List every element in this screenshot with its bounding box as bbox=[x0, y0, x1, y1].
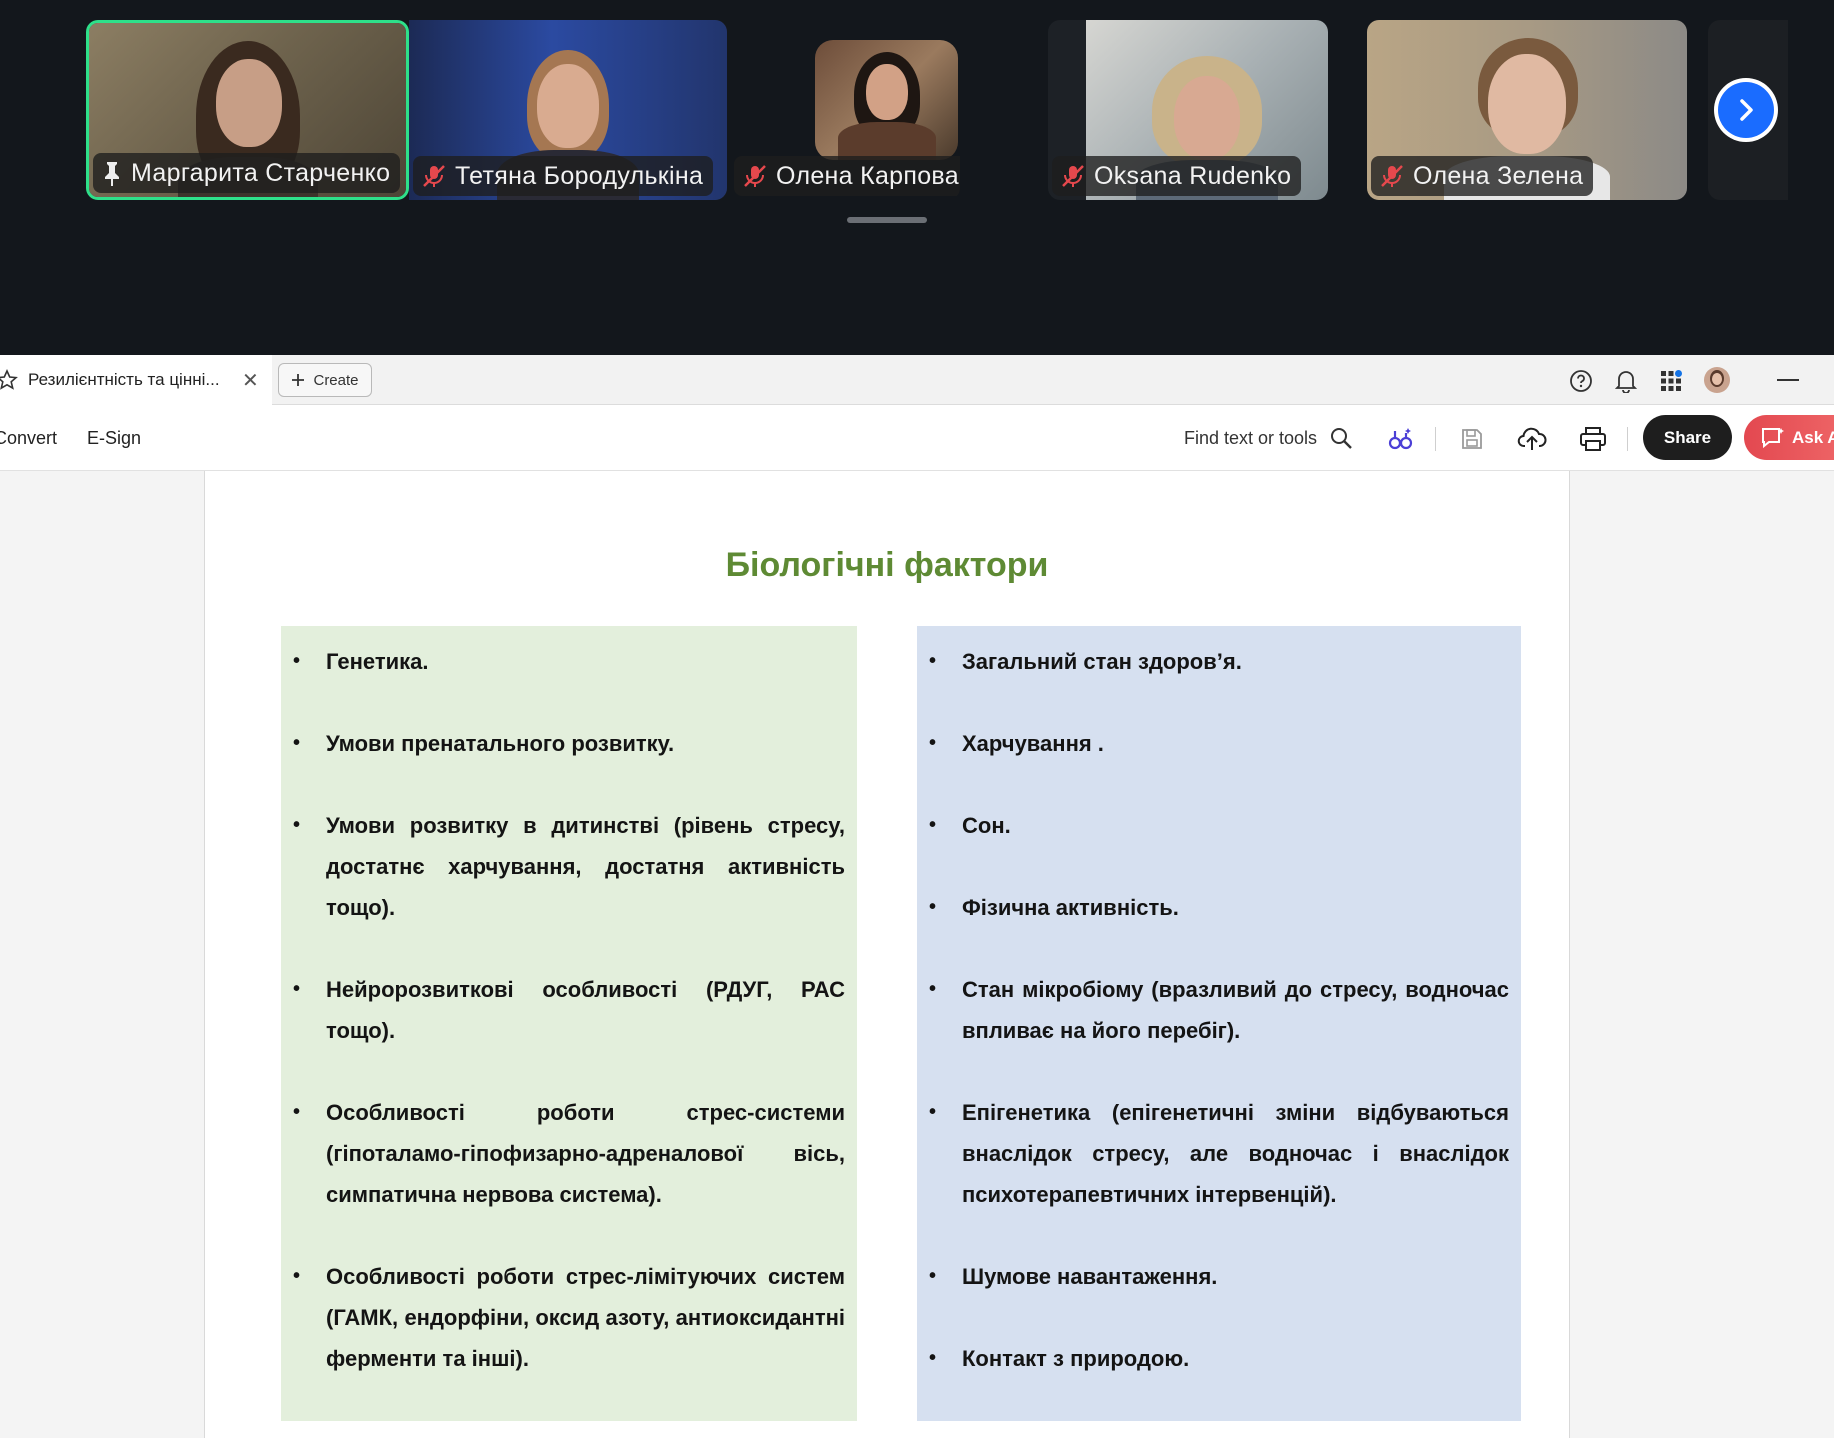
document-page: Біологічні фактори • Генетика. • Умови пре… bbox=[204, 471, 1570, 1438]
list-item: • Контакт з природою. bbox=[917, 1338, 1521, 1379]
plus-icon bbox=[292, 374, 305, 386]
pin-icon bbox=[105, 162, 119, 186]
video-strip: Маргарита Старченко Тетяна Бородулькіна … bbox=[0, 0, 1834, 355]
list-item: • Загальний стан здоров’я. bbox=[917, 641, 1521, 682]
participant-name-chip: Олена Карпова bbox=[734, 156, 960, 196]
list-item: • Фізична активність. bbox=[917, 887, 1521, 928]
bullet: • bbox=[293, 978, 301, 1000]
participant-tile[interactable]: Олена Карпова bbox=[730, 20, 960, 200]
participant-name-chip: Oksana Rudenko bbox=[1052, 156, 1302, 196]
ai-tools-icon[interactable] bbox=[1385, 424, 1415, 454]
participant-name: Тетяна Бородулькіна bbox=[455, 161, 704, 190]
mic-off-icon bbox=[1381, 165, 1403, 187]
minimize-icon[interactable] bbox=[1777, 379, 1799, 381]
ask-ai-button[interactable]: Ask AI bbox=[1744, 415, 1834, 460]
ai-assistant-icon bbox=[1762, 427, 1784, 448]
find-tools-search[interactable]: Find text or tools bbox=[1184, 426, 1353, 450]
mic-off-icon bbox=[423, 165, 445, 187]
avatar[interactable] bbox=[1704, 367, 1730, 393]
create-label: Create bbox=[313, 371, 359, 389]
list-item: • Харчування . bbox=[917, 723, 1521, 764]
participant-name: Oksana Rudenko bbox=[1094, 161, 1292, 190]
document-toolbar: Convert E-Sign Find text or tools Share … bbox=[0, 405, 1834, 471]
print-icon[interactable] bbox=[1578, 424, 1608, 454]
participant-tile[interactable]: Oksana Rudenko bbox=[1048, 20, 1328, 200]
right-factors-panel: • Загальний стан здоров’я. • Харчування . … bbox=[917, 626, 1521, 1421]
bullet: • bbox=[929, 814, 937, 836]
bullet: • bbox=[929, 896, 937, 918]
bullet: • bbox=[293, 814, 301, 836]
bullet: • bbox=[929, 1265, 937, 1287]
create-button[interactable]: Create bbox=[278, 363, 372, 397]
ask-ai-label: Ask AI bbox=[1792, 427, 1834, 447]
slide-title: Біологічні фактори bbox=[725, 546, 1049, 584]
esign-menu[interactable]: E-Sign bbox=[87, 428, 141, 449]
save-icon[interactable] bbox=[1457, 424, 1487, 454]
participant-video bbox=[832, 52, 942, 160]
bullet: • bbox=[293, 1265, 301, 1287]
list-item: • Шумове навантаження. bbox=[917, 1256, 1521, 1297]
toolbar-divider bbox=[1627, 427, 1628, 451]
document-viewer[interactable]: Біологічні фактори • Генетика. • Умови пре… bbox=[0, 471, 1834, 1438]
participant-name: Олена Зелена bbox=[1413, 161, 1584, 190]
list-item: • Умови пренатального розвитку. bbox=[281, 723, 857, 764]
list-item: • Генетика. bbox=[281, 641, 857, 682]
list-item: • Особливості роботи стрес-системи (гіпот… bbox=[281, 1092, 857, 1215]
help-icon[interactable] bbox=[1568, 368, 1594, 394]
participant-name-chip: Маргарита Старченко bbox=[93, 153, 401, 193]
document-tab-title: Резилієнтність та цінні... bbox=[28, 370, 220, 389]
app-tab-bar: Резилієнтність та цінні... ✕ Create bbox=[0, 355, 1834, 405]
bullet: • bbox=[293, 650, 301, 672]
bullet: • bbox=[929, 978, 937, 1000]
participant-name-chip: Тетяна Бородулькіна bbox=[413, 156, 714, 196]
participant-tile[interactable]: Тетяна Бородулькіна bbox=[409, 20, 727, 200]
close-tab-icon[interactable]: ✕ bbox=[242, 368, 259, 393]
list-item: • Умови розвитку в дитинстві (рівень стре… bbox=[281, 805, 857, 928]
mic-off-icon bbox=[744, 165, 766, 187]
participant-name: Олена Карпова bbox=[776, 161, 959, 190]
bullet: • bbox=[929, 1101, 937, 1123]
left-factors-panel: • Генетика. • Умови пренатального розвитку… bbox=[281, 626, 857, 1421]
bullet: • bbox=[293, 1101, 301, 1123]
bullet: • bbox=[929, 1347, 937, 1369]
list-item: • Епігенетика (епігенетичні зміни відбува… bbox=[917, 1092, 1521, 1215]
participant-name-chip: Олена Зелена bbox=[1371, 156, 1594, 196]
participant-name: Маргарита Старченко bbox=[131, 158, 391, 187]
search-icon bbox=[1331, 428, 1352, 449]
apps-grid-icon[interactable] bbox=[1658, 368, 1684, 394]
cloud-upload-icon[interactable] bbox=[1517, 424, 1547, 454]
star-icon[interactable] bbox=[0, 369, 18, 391]
video-feed bbox=[815, 40, 958, 160]
participant-tile[interactable]: Олена Зелена bbox=[1367, 20, 1687, 200]
chevron-right-icon bbox=[1740, 99, 1753, 121]
convert-menu[interactable]: Convert bbox=[0, 428, 57, 449]
mic-off-icon bbox=[1062, 165, 1084, 187]
bullet: • bbox=[929, 732, 937, 754]
list-item: • Стан мікробіому (вразливий до стресу, в… bbox=[917, 969, 1521, 1051]
share-button[interactable]: Share bbox=[1643, 415, 1732, 460]
document-tab[interactable]: Резилієнтність та цінні... ✕ bbox=[0, 355, 272, 405]
next-participants-button[interactable] bbox=[1714, 78, 1778, 142]
participant-tile[interactable]: Маргарита Старченко bbox=[86, 20, 409, 200]
bullet: • bbox=[293, 732, 301, 754]
list-item: • Особливості роботи стрес-лімітуючих сис… bbox=[281, 1256, 857, 1379]
find-tools-label: Find text or tools bbox=[1184, 427, 1318, 448]
bullet: • bbox=[929, 650, 937, 672]
bell-icon[interactable] bbox=[1613, 368, 1639, 394]
list-item: • Сон. bbox=[917, 805, 1521, 846]
toolbar-divider bbox=[1435, 427, 1436, 451]
list-item: • Нейророзвиткові особливості (РДУГ, РАС … bbox=[281, 969, 857, 1051]
strip-scroll-indicator[interactable] bbox=[847, 217, 927, 223]
